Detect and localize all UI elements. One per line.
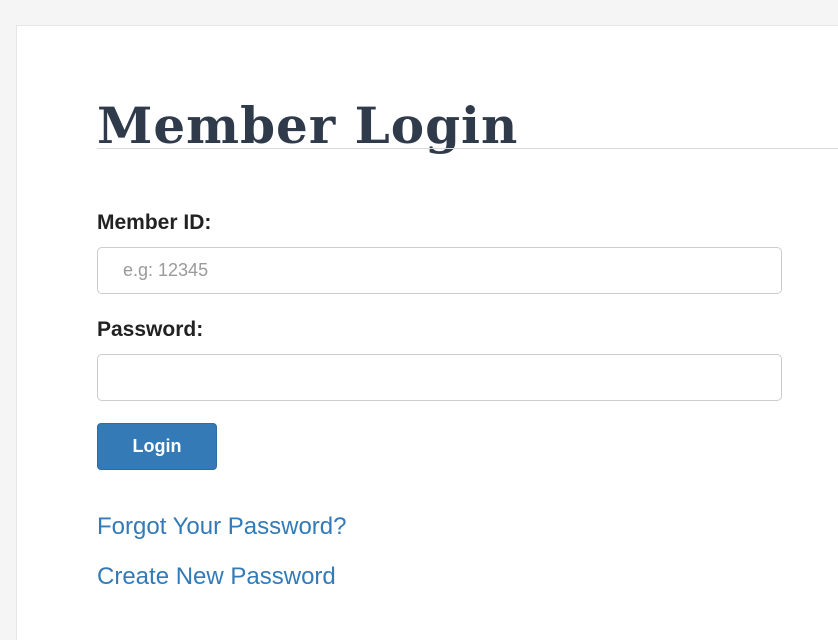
login-button[interactable]: Login [97, 423, 217, 470]
member-id-label: Member ID: [97, 211, 212, 234]
page-title: Member Login [97, 96, 519, 155]
forgot-password-link[interactable]: Forgot Your Password? [97, 513, 346, 541]
login-panel: Member Login Member ID: Password: Login … [16, 25, 838, 640]
member-id-input[interactable] [97, 247, 782, 294]
create-password-link[interactable]: Create New Password [97, 563, 336, 591]
password-label: Password: [97, 318, 204, 341]
password-input[interactable] [97, 354, 782, 401]
title-divider [97, 148, 838, 149]
